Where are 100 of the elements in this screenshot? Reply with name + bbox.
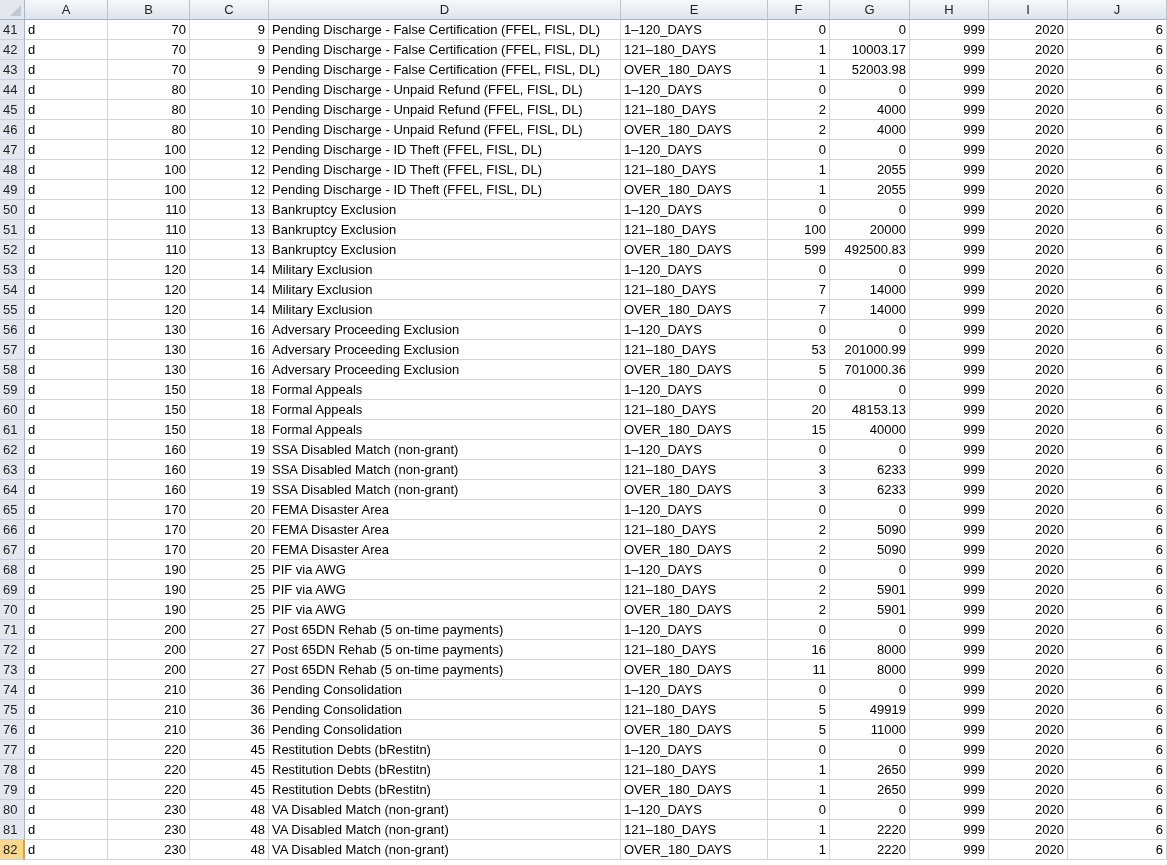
- row-header[interactable]: 70: [0, 600, 25, 620]
- table-cell: 170: [108, 500, 190, 520]
- table-cell: 190: [108, 560, 190, 580]
- table-cell: 0: [830, 140, 910, 160]
- row-header[interactable]: 56: [0, 320, 25, 340]
- row-header[interactable]: 61: [0, 420, 25, 440]
- table-cell: 2020: [989, 820, 1068, 840]
- table-cell: 999: [910, 80, 989, 100]
- row-header[interactable]: 80: [0, 800, 25, 820]
- row-header[interactable]: 73: [0, 660, 25, 680]
- table-cell: 5: [768, 700, 830, 720]
- row-header[interactable]: 49: [0, 180, 25, 200]
- row-header[interactable]: 53: [0, 260, 25, 280]
- row-header[interactable]: 68: [0, 560, 25, 580]
- table-cell: 10: [190, 120, 269, 140]
- row-header[interactable]: 57: [0, 340, 25, 360]
- row-header[interactable]: 44: [0, 80, 25, 100]
- row-header[interactable]: 82: [0, 840, 25, 860]
- table-cell: 6: [1068, 220, 1167, 240]
- table-cell: 120: [108, 260, 190, 280]
- row-header[interactable]: 48: [0, 160, 25, 180]
- column-header[interactable]: H: [910, 0, 989, 20]
- table-cell: 999: [910, 460, 989, 480]
- row-header[interactable]: 45: [0, 100, 25, 120]
- row-header[interactable]: 62: [0, 440, 25, 460]
- row-header[interactable]: 63: [0, 460, 25, 480]
- column-header[interactable]: A: [25, 0, 108, 20]
- table-cell: 11: [768, 660, 830, 680]
- column-header[interactable]: I: [989, 0, 1068, 20]
- row-header[interactable]: 47: [0, 140, 25, 160]
- table-cell: 0: [768, 680, 830, 700]
- table-cell: 2020: [989, 60, 1068, 80]
- table-cell: 14000: [830, 300, 910, 320]
- row-header[interactable]: 42: [0, 40, 25, 60]
- table-cell: 120: [108, 300, 190, 320]
- column-header[interactable]: G: [830, 0, 910, 20]
- table-cell: FEMA Disaster Area: [269, 520, 621, 540]
- row-header[interactable]: 69: [0, 580, 25, 600]
- column-header[interactable]: B: [108, 0, 190, 20]
- table-cell: OVER_180_DAYS: [621, 840, 768, 860]
- column-header[interactable]: C: [190, 0, 269, 20]
- table-cell: d: [25, 720, 108, 740]
- row-header[interactable]: 46: [0, 120, 25, 140]
- row-header[interactable]: 65: [0, 500, 25, 520]
- table-cell: 9: [190, 20, 269, 40]
- row-header[interactable]: 79: [0, 780, 25, 800]
- table-cell: 2020: [989, 780, 1068, 800]
- table-cell: 230: [108, 800, 190, 820]
- column-header[interactable]: E: [621, 0, 768, 20]
- table-cell: 999: [910, 500, 989, 520]
- table-cell: d: [25, 560, 108, 580]
- row-header[interactable]: 74: [0, 680, 25, 700]
- row-header[interactable]: 51: [0, 220, 25, 240]
- row-header[interactable]: 55: [0, 300, 25, 320]
- table-cell: 999: [910, 740, 989, 760]
- table-cell: 25: [190, 600, 269, 620]
- table-cell: 2020: [989, 300, 1068, 320]
- row-header[interactable]: 81: [0, 820, 25, 840]
- table-cell: d: [25, 760, 108, 780]
- column-header[interactable]: J: [1068, 0, 1167, 20]
- row-header[interactable]: 72: [0, 640, 25, 660]
- row-header[interactable]: 43: [0, 60, 25, 80]
- table-cell: 999: [910, 200, 989, 220]
- row-header[interactable]: 78: [0, 760, 25, 780]
- table-cell: 2020: [989, 840, 1068, 860]
- row-header[interactable]: 77: [0, 740, 25, 760]
- table-cell: 121–180_DAYS: [621, 160, 768, 180]
- table-cell: 2020: [989, 760, 1068, 780]
- table-cell: 2020: [989, 320, 1068, 340]
- select-all-corner[interactable]: [0, 0, 25, 20]
- row-header[interactable]: 52: [0, 240, 25, 260]
- table-cell: 999: [910, 320, 989, 340]
- row-header[interactable]: 59: [0, 380, 25, 400]
- table-cell: 160: [108, 440, 190, 460]
- table-cell: 6: [1068, 680, 1167, 700]
- row-header[interactable]: 64: [0, 480, 25, 500]
- table-cell: 999: [910, 640, 989, 660]
- table-cell: 6233: [830, 460, 910, 480]
- row-header[interactable]: 67: [0, 540, 25, 560]
- column-header[interactable]: D: [269, 0, 621, 20]
- table-cell: 5: [768, 720, 830, 740]
- table-cell: Restitution Debts (bRestitn): [269, 780, 621, 800]
- table-cell: 210: [108, 720, 190, 740]
- row-header[interactable]: 76: [0, 720, 25, 740]
- table-cell: 1–120_DAYS: [621, 560, 768, 580]
- table-cell: 121–180_DAYS: [621, 40, 768, 60]
- row-header[interactable]: 54: [0, 280, 25, 300]
- row-header[interactable]: 60: [0, 400, 25, 420]
- table-cell: 2020: [989, 560, 1068, 580]
- row-header[interactable]: 50: [0, 200, 25, 220]
- row-header[interactable]: 71: [0, 620, 25, 640]
- table-cell: 6: [1068, 760, 1167, 780]
- table-cell: 130: [108, 340, 190, 360]
- table-cell: 1–120_DAYS: [621, 200, 768, 220]
- column-header[interactable]: F: [768, 0, 830, 20]
- row-header[interactable]: 58: [0, 360, 25, 380]
- row-header[interactable]: 75: [0, 700, 25, 720]
- row-header[interactable]: 41: [0, 20, 25, 40]
- table-cell: 0: [830, 200, 910, 220]
- row-header[interactable]: 66: [0, 520, 25, 540]
